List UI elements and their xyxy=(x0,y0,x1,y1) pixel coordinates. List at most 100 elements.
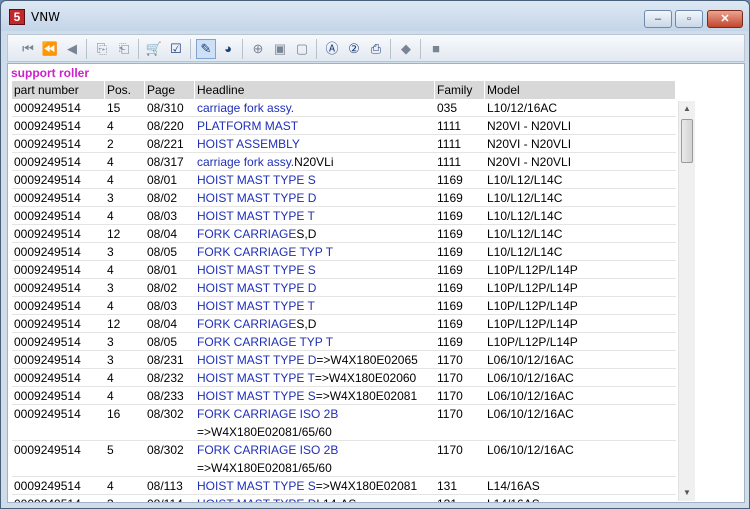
table-row[interactable]: 0009249514 4 08/113 HOIST MAST TYPE S=>W4X1… xyxy=(12,477,676,495)
table-row[interactable]: 0009249514308/114HOIST MAST TYPE DL14-AS… xyxy=(12,495,676,502)
page-alt-icon[interactable]: ▢ xyxy=(292,39,312,59)
cell-headline[interactable]: HOIST MAST TYPE DL14-AS xyxy=(195,495,435,502)
table-row[interactable]: 0009249514 12 08/04 FORK CARRIAGES,D 1169 L10… xyxy=(12,315,676,333)
headline-link[interactable]: HOIST MAST TYPE D xyxy=(197,497,316,502)
headline-link[interactable]: HOIST MAST TYPE D xyxy=(197,281,316,295)
cell-headline[interactable]: FORK CARRIAGE ISO 2B =>W4X180E02081/65/60 xyxy=(195,441,435,476)
vertical-scrollbar[interactable]: ▲ ▼ xyxy=(678,101,695,501)
cell-headline[interactable]: HOIST MAST TYPE D xyxy=(195,279,435,296)
headline-link[interactable]: HOIST MAST TYPE T xyxy=(197,209,315,223)
window-title: VNW xyxy=(31,10,61,24)
cell-headline[interactable]: HOIST MAST TYPE D=>W4X180E02065 xyxy=(195,351,435,368)
shopping-cart-icon[interactable]: 🛒 xyxy=(144,39,164,59)
cell-headline[interactable]: HOIST MAST TYPE D xyxy=(195,189,435,206)
cell-headline[interactable]: HOIST MAST TYPE S xyxy=(195,261,435,278)
table-row[interactable]: 0009249514 3 08/02 HOIST MAST TYPE D 1169 L10… xyxy=(12,279,676,297)
page-icon[interactable]: ▣ xyxy=(270,39,290,59)
headline-link[interactable]: HOIST MAST TYPE D xyxy=(197,353,316,367)
headline-link[interactable]: HOIST ASSEMBLY xyxy=(197,137,300,151)
stop-icon[interactable]: ■ xyxy=(426,39,446,59)
print-icon[interactable]: ⎙ xyxy=(366,39,386,59)
table-row[interactable]: 0009249514 4 08/03 HOIST MAST TYPE T 1169 L10… xyxy=(12,297,676,315)
column-header-headline[interactable]: Headline xyxy=(195,81,435,99)
fast-back-icon[interactable]: ⏪ xyxy=(40,39,60,59)
back-document-icon[interactable]: ⎘ xyxy=(92,39,112,59)
cell-headline[interactable]: carriage fork assy.N20VLi xyxy=(195,153,435,170)
toolbar-separator xyxy=(390,39,391,59)
zoom-icon[interactable]: ⊕ xyxy=(248,39,268,59)
table-row[interactable]: 0009249514 3 08/02 HOIST MAST TYPE D 1169 L10… xyxy=(12,189,676,207)
table-row[interactable]: 0009249514 4 08/01 HOIST MAST TYPE S 1169 L10… xyxy=(12,171,676,189)
table-row[interactable]: 0009249514 3 08/05 FORK CARRIAGE TYP T 1169 L… xyxy=(12,243,676,261)
previous-icon[interactable]: ◀ xyxy=(62,39,82,59)
table-row[interactable]: 0009249514 2 08/221 HOIST ASSEMBLY 1111 N20VI… xyxy=(12,135,676,153)
cell-headline[interactable]: FORK CARRIAGE ISO 2B =>W4X180E02081/65/60 xyxy=(195,405,435,440)
cell-headline[interactable]: HOIST MAST TYPE T xyxy=(195,297,435,314)
cell-headline[interactable]: HOIST MAST TYPE S=>W4X180E02081 xyxy=(195,477,435,494)
checklist-icon[interactable]: ☑ xyxy=(166,39,186,59)
cell-headline[interactable]: FORK CARRIAGE TYP T xyxy=(195,243,435,260)
table-row[interactable]: 0009249514 4 08/317 carriage fork assy.N20V… xyxy=(12,153,676,171)
table-row[interactable]: 0009249514 3 08/05 FORK CARRIAGE TYP T 1169 L… xyxy=(12,333,676,351)
headline-link[interactable]: HOIST MAST TYPE S xyxy=(197,263,316,277)
title-bar[interactable]: 5 VNW – ▫ ✕ xyxy=(1,1,749,31)
headline-link[interactable]: PLATFORM MAST xyxy=(197,119,298,133)
cell-headline[interactable]: HOIST MAST TYPE S=>W4X180E02081 xyxy=(195,387,435,404)
headline-link[interactable]: HOIST MAST TYPE S xyxy=(197,173,316,187)
headline-link[interactable]: carriage fork assy. xyxy=(197,155,294,169)
headline-link[interactable]: HOIST MAST TYPE S xyxy=(197,479,316,493)
headline-link[interactable]: FORK CARRIAGE xyxy=(197,317,296,331)
minimize-button[interactable]: – xyxy=(644,10,672,28)
headline-link[interactable]: HOIST MAST TYPE T xyxy=(197,371,315,385)
cell-headline[interactable]: FORK CARRIAGE TYP T xyxy=(195,333,435,350)
headline-link[interactable]: HOIST MAST TYPE T xyxy=(197,299,315,313)
cell-page: 08/04 xyxy=(147,317,178,331)
table-row[interactable]: 0009249514 4 08/232 HOIST MAST TYPE T=>W4X1… xyxy=(12,369,676,387)
headline-link[interactable]: FORK CARRIAGE ISO 2B xyxy=(197,443,338,457)
forward-document-icon[interactable]: ⎗ xyxy=(114,39,134,59)
headline-link[interactable]: FORK CARRIAGE ISO 2B xyxy=(197,407,338,421)
scroll-up-icon[interactable]: ▲ xyxy=(679,101,695,117)
cell-headline[interactable]: FORK CARRIAGES,D xyxy=(195,315,435,332)
cell-pos: 12 xyxy=(107,317,121,331)
results-panel: support roller part number Pos. Page Hea… xyxy=(7,63,745,503)
headline-link[interactable]: FORK CARRIAGE TYP T xyxy=(197,335,333,349)
table-row[interactable]: 0009249514 4 08/220 PLATFORM MAST 1111 N20VI … xyxy=(12,117,676,135)
column-header-pos[interactable]: Pos. xyxy=(105,81,145,99)
table-row[interactable]: 0009249514 4 08/01 HOIST MAST TYPE S 1169 L10… xyxy=(12,261,676,279)
table-row[interactable]: 0009249514 4 08/233 HOIST MAST TYPE S=>W4X1… xyxy=(12,387,676,405)
column-header-page[interactable]: Page xyxy=(145,81,195,99)
cell-headline[interactable]: HOIST ASSEMBLY xyxy=(195,135,435,152)
close-button[interactable]: ✕ xyxy=(707,10,743,28)
cell-headline[interactable]: HOIST MAST TYPE T=>W4X180E02060 xyxy=(195,369,435,386)
tools-icon[interactable]: ✎ xyxy=(196,39,216,59)
scroll-down-icon[interactable]: ▼ xyxy=(679,485,695,501)
table-row[interactable]: 0009249514 4 08/03 HOIST MAST TYPE T 1169 L10… xyxy=(12,207,676,225)
cell-headline[interactable]: PLATFORM MAST xyxy=(195,117,435,134)
search-a-icon[interactable]: Ⓐ xyxy=(322,39,342,59)
column-header-family[interactable]: Family xyxy=(435,81,485,99)
table-row[interactable]: 0009249514 3 08/231 HOIST MAST TYPE D=>W4X1… xyxy=(12,351,676,369)
headline-link[interactable]: carriage fork assy. xyxy=(197,101,294,115)
cell-headline[interactable]: FORK CARRIAGES,D xyxy=(195,225,435,242)
table-row[interactable]: 0009249514 5 08/302 FORK CARRIAGE ISO 2B =>W… xyxy=(12,441,676,477)
column-header-part-number[interactable]: part number xyxy=(12,81,105,99)
scroll-thumb[interactable] xyxy=(681,119,693,163)
cell-headline[interactable]: HOIST MAST TYPE S xyxy=(195,171,435,188)
headline-link[interactable]: FORK CARRIAGE xyxy=(197,227,296,241)
table-row[interactable]: 0009249514 12 08/04 FORK CARRIAGES,D 1169 L10… xyxy=(12,225,676,243)
cell-part-number: 0009249514 xyxy=(12,495,105,502)
globe-icon[interactable]: ◕ xyxy=(218,39,238,59)
maximize-button[interactable]: ▫ xyxy=(675,10,703,28)
column-header-model[interactable]: Model xyxy=(485,81,676,99)
cell-headline[interactable]: HOIST MAST TYPE T xyxy=(195,207,435,224)
headline-link[interactable]: FORK CARRIAGE TYP T xyxy=(197,245,333,259)
table-row[interactable]: 0009249514 15 08/310 carriage fork assy. 035… xyxy=(12,99,676,117)
first-record-icon[interactable]: ⏮ xyxy=(18,39,38,59)
search-2-icon[interactable]: ② xyxy=(344,39,364,59)
eraser-icon[interactable]: ◆ xyxy=(396,39,416,59)
headline-link[interactable]: HOIST MAST TYPE D xyxy=(197,191,316,205)
headline-link[interactable]: HOIST MAST TYPE S xyxy=(197,389,316,403)
cell-headline[interactable]: carriage fork assy. xyxy=(195,99,435,116)
table-row[interactable]: 0009249514 16 08/302 FORK CARRIAGE ISO 2B =>… xyxy=(12,405,676,441)
